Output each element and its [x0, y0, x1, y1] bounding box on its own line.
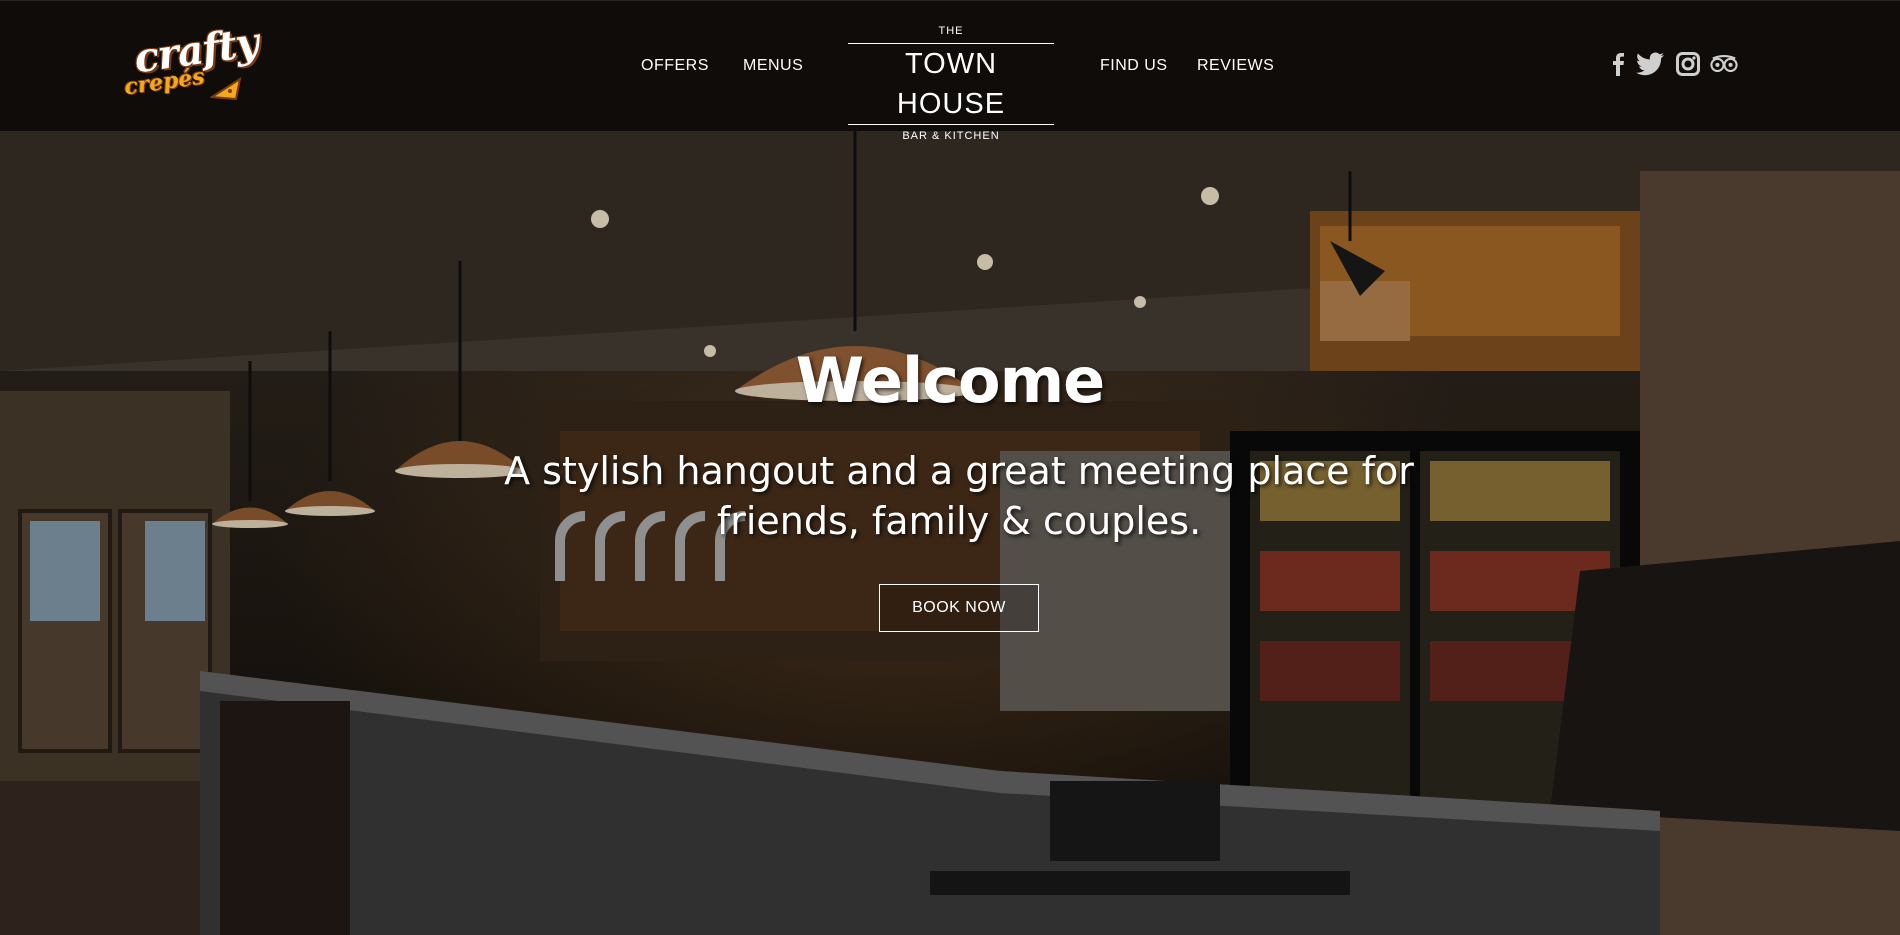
- brand-sub-text: BAR & KITCHEN: [902, 130, 1000, 142]
- tripadvisor-icon[interactable]: [1710, 51, 1738, 77]
- nav-find-us-link[interactable]: FIND US: [1100, 57, 1168, 75]
- facebook-icon[interactable]: [1604, 51, 1632, 77]
- crafty-crepes-logo[interactable]: crafty crepés: [118, 19, 261, 111]
- page: crafty crepés OFFERS MENUS THE TOWN HOUS…: [0, 0, 1900, 935]
- brand-the-text: THE: [938, 25, 964, 37]
- hero-tagline: A stylish hangout and a great meeting pl…: [504, 449, 1414, 543]
- nav-offers-link[interactable]: OFFERS: [641, 57, 709, 75]
- crepe-wedge-icon: [210, 76, 242, 101]
- instagram-icon[interactable]: [1674, 51, 1702, 77]
- twitter-icon[interactable]: [1636, 51, 1664, 77]
- hero-title: Welcome: [795, 344, 1105, 417]
- nav-menus-link[interactable]: MENUS: [743, 57, 803, 75]
- nav-reviews-link[interactable]: REVIEWS: [1197, 57, 1274, 75]
- book-now-button[interactable]: BOOK NOW: [879, 584, 1039, 632]
- town-house-brand[interactable]: THE TOWN HOUSE BAR & KITCHEN: [848, 25, 1054, 142]
- brand-main-text: TOWN HOUSE: [848, 43, 1054, 125]
- site-header: crafty crepés OFFERS MENUS THE TOWN HOUS…: [0, 0, 1900, 142]
